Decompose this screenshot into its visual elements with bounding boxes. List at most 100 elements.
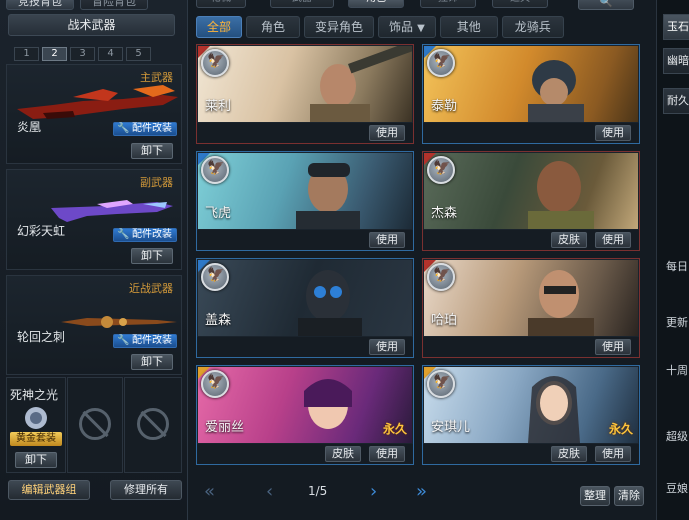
use-button[interactable]: 使用: [369, 232, 405, 248]
filter-mutant-characters[interactable]: 变异角色: [304, 16, 375, 38]
character-name: 泰勒: [431, 99, 458, 114]
character-name: 莱利: [205, 99, 232, 114]
last-page-icon[interactable]: »: [416, 482, 427, 502]
slot-2[interactable]: 2: [42, 47, 67, 61]
filter-accessories[interactable]: 饰品 ▼: [378, 16, 436, 38]
card-footer: 使用: [197, 123, 413, 143]
character-name: 杰森: [431, 206, 458, 221]
secondary-weapon-slot[interactable]: 副武器 幻彩天虹 🔧 配件改装 卸下: [6, 169, 182, 270]
prev-page-icon[interactable]: ‹: [266, 482, 273, 502]
card-footer: 使用: [197, 230, 413, 250]
clear-button[interactable]: 清除: [614, 486, 644, 506]
weapon-type-label: 副武器: [140, 176, 173, 189]
melee-weapon-slot[interactable]: 近战武器 轮回之刺 🔧 配件改装 卸下: [6, 275, 182, 375]
tab-competitive-bag[interactable]: 竞技背包: [6, 0, 74, 10]
character-name: 哈珀: [431, 313, 458, 328]
tab-adventure-bag[interactable]: 冒险背包: [80, 0, 148, 10]
skin-button[interactable]: 皮肤: [551, 446, 587, 462]
faction-emblem-icon: [427, 49, 455, 77]
tab-guns[interactable]: 枪械: [196, 0, 246, 8]
use-button[interactable]: 使用: [369, 125, 405, 141]
card-footer: 使用: [423, 123, 639, 143]
filter-dragoon[interactable]: 龙骑兵: [501, 16, 564, 38]
unequip-button[interactable]: 卸下: [131, 248, 173, 264]
character-card[interactable]: 盖森 使用: [196, 258, 414, 358]
wrench-icon: 🔧: [117, 335, 130, 346]
unequip-button[interactable]: 卸下: [131, 354, 173, 370]
tab-dark[interactable]: 幽暗: [663, 48, 689, 74]
tab-weapons[interactable]: 武器: [270, 0, 334, 8]
wrench-icon: 🔧: [117, 229, 130, 240]
anniversary-text: 十周: [666, 364, 688, 377]
unequip-button[interactable]: 卸下: [131, 143, 173, 159]
use-button[interactable]: 使用: [595, 125, 631, 141]
slot-5[interactable]: 5: [126, 47, 151, 61]
filter-all[interactable]: 全部: [196, 16, 243, 38]
bottom-slots: 死神之光 黄金套装 卸下: [6, 377, 182, 473]
faction-emblem-icon: [427, 263, 455, 291]
empty-slot[interactable]: [124, 377, 182, 473]
skin-button[interactable]: 皮肤: [325, 446, 361, 462]
character-card[interactable]: 杰森 皮肤 使用: [422, 151, 640, 251]
slot-1[interactable]: 1: [14, 47, 39, 61]
next-page-icon[interactable]: ›: [370, 482, 377, 502]
character-card[interactable]: 泰勒 使用: [422, 44, 640, 144]
filter-other[interactable]: 其他: [439, 16, 498, 38]
slot-4[interactable]: 4: [98, 47, 123, 61]
use-button[interactable]: 使用: [595, 339, 631, 355]
tab-items[interactable]: 道具: [492, 0, 548, 8]
tab-jade[interactable]: 玉石: [663, 14, 689, 40]
empty-slot[interactable]: [67, 377, 123, 473]
weapon-type-label: 近战武器: [129, 282, 173, 295]
search-button[interactable]: 🔍: [578, 0, 634, 10]
faction-emblem-icon: [201, 156, 229, 184]
character-card[interactable]: 安琪儿 永久 皮肤 使用: [422, 365, 640, 465]
faction-emblem-icon: [201, 263, 229, 291]
tab-accessories[interactable]: 挂饰: [420, 0, 476, 8]
empty-slot-icon: [79, 408, 111, 440]
page-indicator: 1/5: [308, 484, 328, 498]
mod-button[interactable]: 🔧 配件改装: [113, 334, 177, 348]
chevron-down-icon: ▼: [417, 23, 425, 34]
grenade-image: [25, 407, 47, 429]
character-card[interactable]: 莱利 使用: [196, 44, 414, 144]
skin-button[interactable]: 皮肤: [551, 232, 587, 248]
use-button[interactable]: 使用: [595, 232, 631, 248]
faction-emblem-icon: [201, 49, 229, 77]
mod-button[interactable]: 🔧 配件改装: [113, 122, 177, 136]
grenade-slot[interactable]: 死神之光 黄金套装 卸下: [6, 377, 66, 473]
character-card[interactable]: 哈珀 使用: [422, 258, 640, 358]
tab-characters[interactable]: 角色: [348, 0, 404, 8]
character-card[interactable]: 爱丽丝 永久 皮肤 使用: [196, 365, 414, 465]
wrench-icon: 🔧: [117, 123, 130, 134]
use-button[interactable]: 使用: [595, 446, 631, 462]
super-text: 超级: [666, 430, 688, 443]
mod-button[interactable]: 🔧 配件改装: [113, 228, 177, 242]
faction-emblem-icon: [427, 370, 455, 398]
use-button[interactable]: 使用: [369, 446, 405, 462]
sort-button[interactable]: 整理: [580, 486, 610, 506]
loadout-slots: 1 2 3 4 5: [14, 47, 151, 61]
permanent-badge: 永久: [382, 422, 407, 436]
edit-weapon-kit-button[interactable]: 编辑武器组: [8, 480, 90, 500]
permanent-badge: 永久: [608, 422, 633, 436]
primary-weapon-slot[interactable]: 主武器 炎凰 🔧 配件改装 卸下: [6, 64, 182, 164]
first-page-icon[interactable]: «: [204, 482, 215, 502]
card-footer: 使用: [423, 337, 639, 357]
unequip-button[interactable]: 卸下: [15, 452, 57, 468]
card-footer: 皮肤 使用: [423, 230, 639, 250]
repair-all-button[interactable]: 修理所有: [110, 480, 182, 500]
search-icon: 🔍: [599, 0, 613, 8]
tab-durability[interactable]: 耐久: [663, 88, 689, 114]
tactical-weapons-header[interactable]: 战术武器: [8, 14, 175, 36]
weapon-image: [17, 85, 178, 119]
filter-bar: 全部 角色 变异角色 饰品 ▼ 其他 龙骑兵: [196, 16, 564, 38]
character-card[interactable]: 飞虎 使用: [196, 151, 414, 251]
update-text: 更新: [666, 316, 688, 329]
filter-characters[interactable]: 角色: [246, 16, 301, 38]
slot-3[interactable]: 3: [70, 47, 95, 61]
use-button[interactable]: 使用: [369, 339, 405, 355]
faction-emblem-icon: [201, 370, 229, 398]
card-footer: 使用: [197, 337, 413, 357]
main-panel: 枪械 武器 角色 挂饰 道具 🔍 全部 角色 变异角色 饰品▼ 其他 龙骑兵 莱…: [188, 0, 656, 520]
